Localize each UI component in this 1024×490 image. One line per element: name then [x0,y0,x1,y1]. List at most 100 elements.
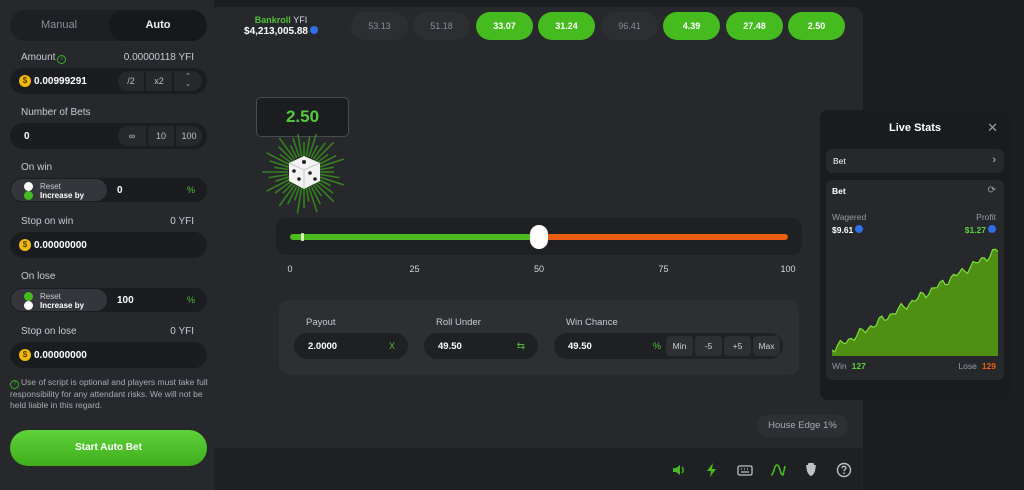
stop-on-win-unit: 0 YFI [170,216,194,227]
stats-card-title: Bet [832,186,846,196]
help-icon[interactable] [836,462,852,478]
chevron-right-icon: › [992,154,996,166]
stop-on-win-field[interactable]: $ 0.00000000 [10,232,207,258]
bet-settings-panel: Manual Auto Amount i 0.00000118 YFI $ 0.0… [0,0,214,490]
increase-knob-icon [24,301,33,310]
yfi-coin-icon [855,225,864,233]
app-root: Manual Auto Amount i 0.00000118 YFI $ 0.0… [0,0,1024,490]
sound-icon[interactable] [671,462,687,478]
on-lose-input[interactable]: 100 [117,295,134,306]
tab-manual[interactable]: Manual [10,10,108,41]
number-of-bets-field[interactable]: 0 ∞ 10 100 [10,123,207,149]
history-pill-win[interactable]: 2.50 [788,12,845,40]
on-win-toggle[interactable]: Reset Increase by [11,179,107,201]
disclaimer: ? Use of script is optional and players m… [10,377,210,411]
ten-bets-button[interactable]: 10 [148,126,174,146]
slider-over-track [539,234,788,240]
profit-chart-area [832,249,998,356]
history-pill-win[interactable]: 33.07 [476,12,533,40]
reset-knob-icon [24,292,33,301]
history-pill-win[interactable]: 4.39 [663,12,720,40]
payout-input[interactable]: 2.0000 [308,341,337,352]
on-win-input[interactable]: 0 [117,185,123,196]
stop-on-lose-label: Stop on lose [21,326,77,337]
swap-icon[interactable]: ⇆ [517,341,525,352]
yfi-coin-icon [988,225,996,233]
stats-chart-icon[interactable] [770,462,786,478]
win-chance-plus5-button[interactable]: +5 [724,336,751,356]
win-chance-field[interactable]: 49.50 % Min -5 +5 Max [554,333,783,359]
lose-count-row: Lose 129 [958,361,996,371]
win-chance-suffix: % [652,341,661,351]
on-win-reset-label: Reset [40,182,61,191]
lightning-icon[interactable] [704,462,720,478]
stop-on-lose-field[interactable]: $ 0.00000000 [10,342,207,368]
refresh-icon[interactable]: ⟳ [988,185,996,196]
roll-under-input[interactable]: 49.50 [438,341,462,352]
profit-label: Profit [976,212,996,222]
bankroll-currency: YFI [293,15,308,25]
payout-suffix: X [388,341,395,351]
number-of-bets-label: Number of Bets [21,107,91,118]
coin-icon: $ [19,75,31,87]
win-chance-label: Win Chance [566,317,618,328]
close-icon[interactable]: ✕ [987,120,998,136]
stats-type-select[interactable]: Bet › [826,149,1004,173]
number-of-bets-input[interactable]: 0 [24,131,30,142]
stop-on-lose-input[interactable]: 0.00000000 [34,350,87,361]
glow-ray [305,136,311,157]
half-button[interactable]: /2 [118,71,144,91]
bankroll-title: Bankroll YFI [229,15,333,25]
result-display: 2.50 [256,97,349,137]
wagered-label: Wagered [832,212,867,222]
amount-label: Amount i [21,52,67,64]
win-chance-max-button[interactable]: Max [753,336,780,356]
slider-thumb[interactable] [530,225,548,249]
hundred-bets-button[interactable]: 100 [176,126,202,146]
slider-under-track [290,234,539,240]
history-pill-loss[interactable]: 96.41 [601,12,658,40]
house-edge-badge[interactable]: House Edge 1% [757,415,848,437]
info-icon[interactable]: i [57,55,67,64]
on-win-percent: % [186,185,195,195]
glow-ray [269,160,290,168]
tab-auto[interactable]: Auto [109,10,207,41]
history-pill-loss[interactable]: 51.18 [413,12,470,40]
profit-chart [832,248,998,356]
coin-icon: $ [19,349,31,361]
profit-value: $1.27 [964,225,986,235]
last-roll-marker [301,233,305,241]
win-chance-minus5-button[interactable]: -5 [695,336,722,356]
roll-under-field[interactable]: 49.50 ⇆ [424,333,538,359]
stop-on-win-input[interactable]: 0.00000000 [34,240,87,251]
stop-on-lose-unit: 0 YFI [170,326,194,337]
amount-input[interactable]: 0.00999291 [34,76,87,87]
history-pill-loss[interactable]: 53.13 [351,12,408,40]
amount-label-text: Amount [21,52,56,63]
win-count-row: Win 127 [832,361,866,371]
double-button[interactable]: x2 [146,71,172,91]
dice-icon [262,134,345,214]
payout-label: Payout [306,317,336,328]
payout-field[interactable]: 2.0000 X [294,333,408,359]
stepper-arrows-icon[interactable]: ⌃ ⌄ [174,71,202,91]
on-lose-label: On lose [21,271,56,282]
infinite-bets-button[interactable]: ∞ [118,126,146,146]
mode-tabs: Manual Auto [10,10,207,41]
profit-value-row: $1.27 [965,225,996,235]
amount-field[interactable]: $ 0.00999291 /2 x2 ⌃ ⌄ [10,68,207,94]
keyboard-icon[interactable] [737,462,753,478]
fairness-icon[interactable] [803,462,819,478]
lose-count: 129 [981,361,996,371]
win-chance-input[interactable]: 49.50 [568,341,592,352]
live-stats-panel: Live Stats ✕ Bet › Bet ⟳ Wagered $9.61 P… [820,110,1010,400]
reset-knob-icon [24,182,33,191]
win-chance-min-button[interactable]: Min [666,336,693,356]
roll-slider[interactable] [276,218,802,255]
bankroll[interactable]: Bankroll YFI $4,213,005.88 [229,11,333,41]
history-pill-win[interactable]: 27.48 [726,12,783,40]
history-pill-win[interactable]: 31.24 [538,12,595,40]
on-lose-toggle[interactable]: Reset Increase by [11,289,107,311]
stats-card: Bet ⟳ Wagered $9.61 Profit $1.27 Win 127 … [826,180,1004,380]
start-auto-bet-button[interactable]: Start Auto Bet [10,430,207,466]
